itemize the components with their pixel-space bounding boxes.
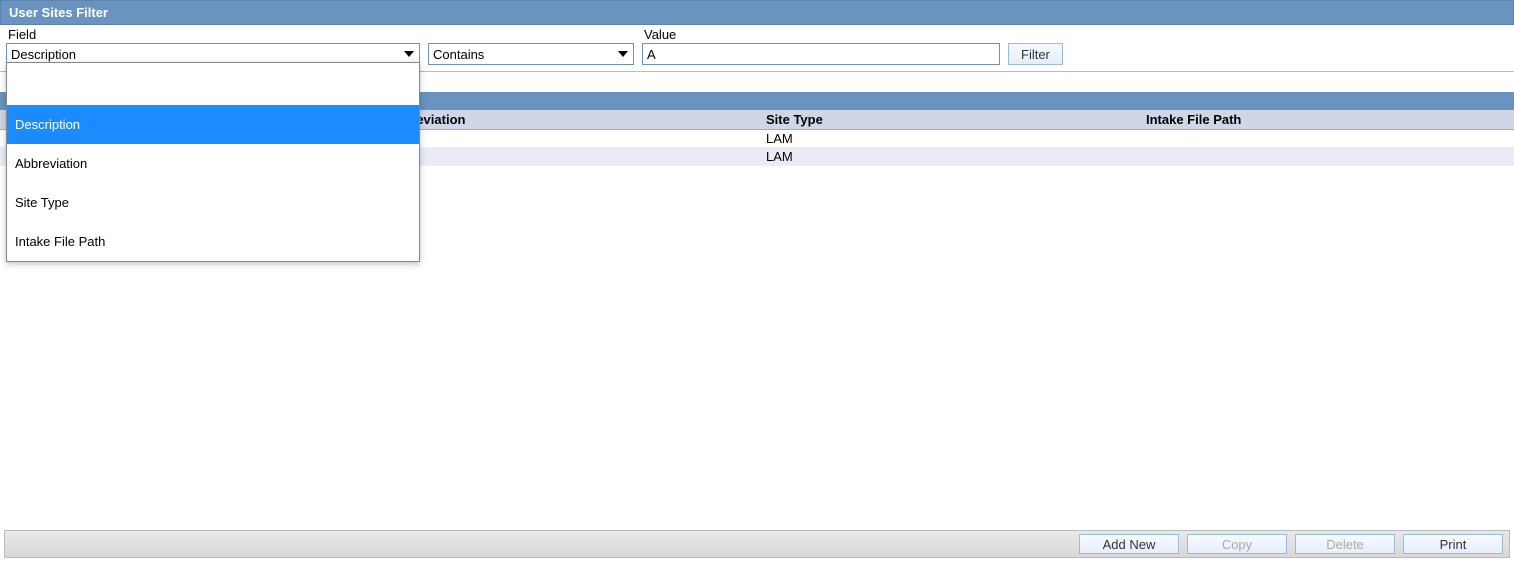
cell-intake-file-path [1140, 130, 1514, 148]
add-new-button[interactable]: Add New [1079, 534, 1179, 554]
field-group: Field Description [6, 27, 420, 65]
cell-site-type: LAM [760, 130, 1140, 148]
cell-abbreviation [380, 130, 760, 148]
dropdown-option-site-type[interactable]: Site Type [7, 183, 419, 222]
value-input[interactable] [642, 43, 1000, 65]
col-header-intake-file-path[interactable]: Intake File Path [1140, 110, 1514, 130]
dropdown-option-description[interactable]: Description [7, 105, 419, 144]
operator-select[interactable]: Contains [428, 43, 634, 65]
filter-button[interactable]: Filter [1008, 43, 1063, 65]
delete-button[interactable]: Delete [1295, 534, 1395, 554]
copy-button[interactable]: Copy [1187, 534, 1287, 554]
field-select-value: Description [11, 47, 76, 62]
operator-group: Contains [428, 27, 634, 65]
col-header-site-type[interactable]: Site Type [760, 110, 1140, 130]
field-label: Field [6, 27, 420, 42]
dropdown-option-abbreviation[interactable]: Abbreviation [7, 144, 419, 183]
filter-panel-title: User Sites Filter [0, 0, 1514, 25]
dropdown-option-intake-file-path[interactable]: Intake File Path [7, 222, 419, 261]
chevron-down-icon [617, 48, 629, 60]
bottom-toolbar: Add New Copy Delete Print [4, 530, 1510, 558]
operator-label [428, 27, 634, 42]
field-dropdown-list: Description Abbreviation Site Type Intak… [6, 62, 420, 262]
dropdown-option-blank[interactable] [7, 63, 419, 105]
value-group: Value [642, 27, 1000, 65]
cell-intake-file-path [1140, 148, 1514, 166]
chevron-down-icon [403, 48, 415, 60]
operator-select-value: Contains [433, 47, 484, 62]
value-label: Value [642, 27, 1000, 42]
cell-site-type: LAM [760, 148, 1140, 166]
col-header-abbreviation[interactable]: Abbreviation [380, 110, 760, 130]
filter-button-group: Filter [1008, 27, 1063, 65]
cell-abbreviation [380, 148, 760, 166]
print-button[interactable]: Print [1403, 534, 1503, 554]
